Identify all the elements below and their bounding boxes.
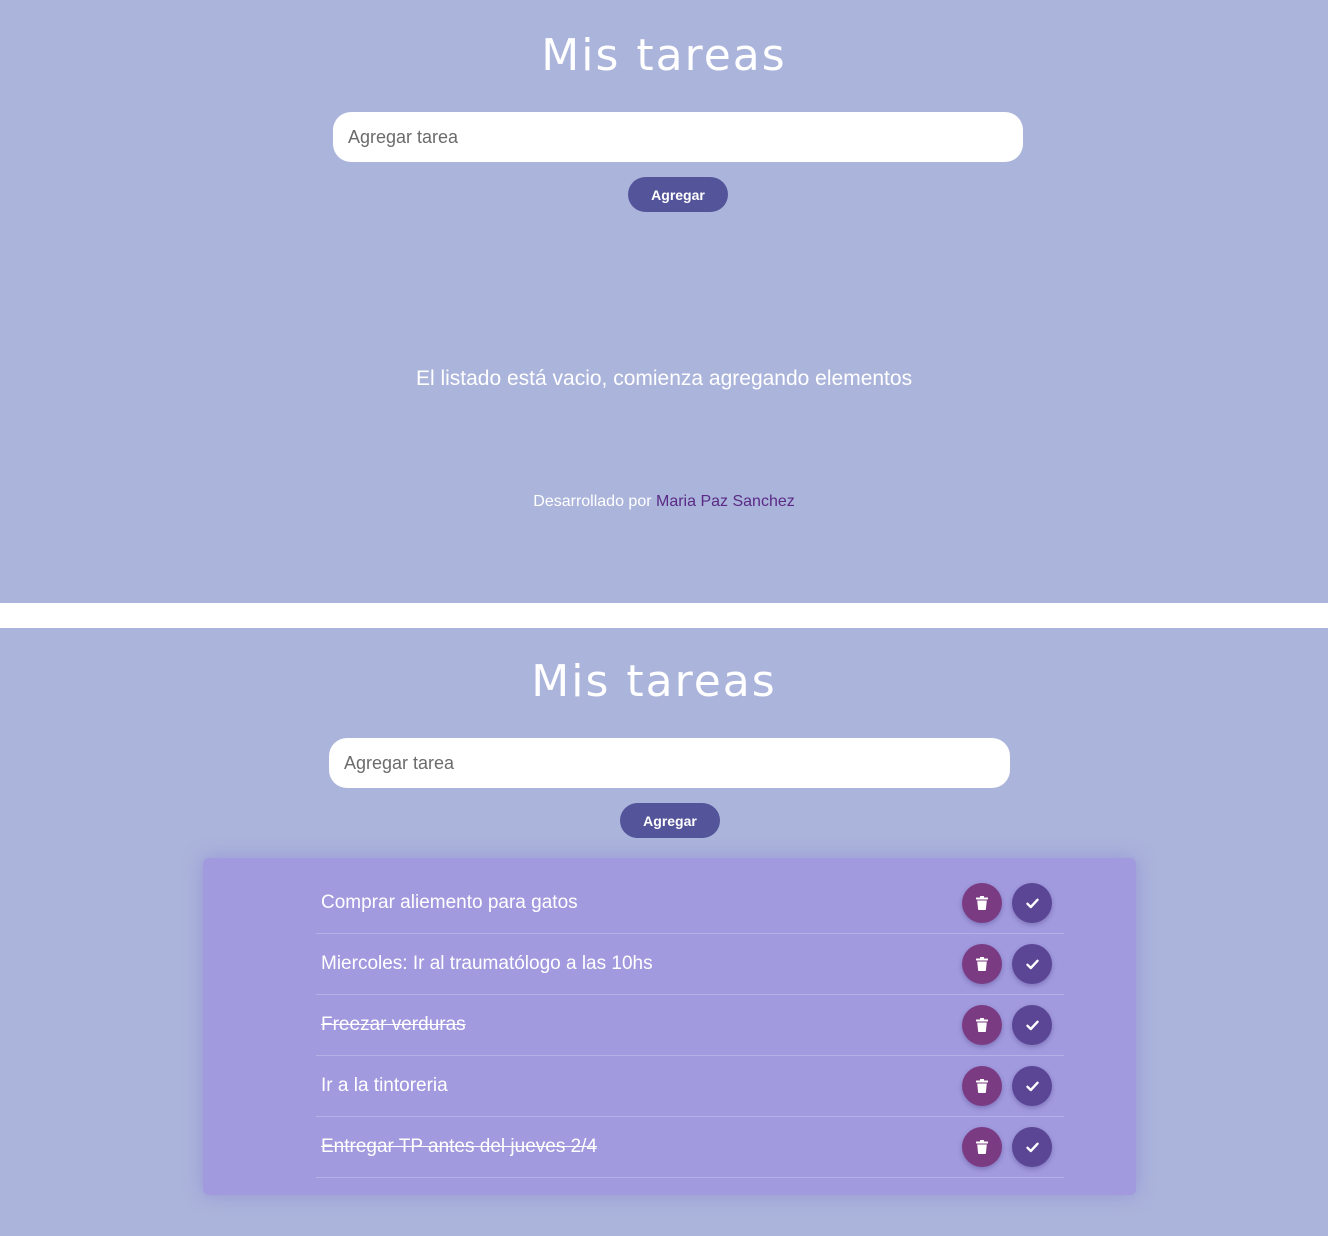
task-item: Comprar aliemento para gatos [316, 873, 1064, 934]
add-task-button[interactable]: Agregar [620, 803, 720, 838]
task-text: Comprar aliemento para gatos [321, 892, 578, 913]
task-item: Freezar verduras [316, 995, 1064, 1056]
complete-task-button[interactable] [1012, 1066, 1052, 1106]
page-title: Mis tareas [531, 656, 777, 707]
delete-task-button[interactable] [962, 944, 1002, 984]
task-list: Comprar aliemento para gatos Miercoles: I… [316, 873, 1064, 1178]
empty-list-message: El listado está vacio, comienza agregand… [415, 367, 913, 390]
footer-credit-label: Desarrollado por [533, 493, 652, 510]
task-input[interactable] [329, 738, 1010, 788]
task-text: Freezar verduras [321, 1014, 466, 1035]
check-icon [1025, 1142, 1039, 1153]
delete-task-button[interactable] [962, 883, 1002, 923]
trash-icon [976, 1079, 988, 1093]
footer: Desarrollado por Maria Paz Sanchez [0, 493, 1328, 511]
check-icon [1025, 1081, 1039, 1092]
delete-task-button[interactable] [962, 1005, 1002, 1045]
check-icon [1025, 1020, 1039, 1031]
author-link[interactable]: Maria Paz Sanchez [656, 493, 795, 510]
task-item: Miercoles: Ir al traumatólogo a las 10hs [316, 934, 1064, 995]
delete-task-button[interactable] [962, 1066, 1002, 1106]
task-item: Entregar TP antes del jueves 2/4 [316, 1117, 1064, 1178]
task-text: Ir a la tintoreria [321, 1075, 448, 1096]
task-list-card: Comprar aliemento para gatos Miercoles: I… [203, 858, 1136, 1195]
complete-task-button[interactable] [1012, 1005, 1052, 1045]
task-text: Miercoles: Ir al traumatólogo a las 10hs [321, 953, 653, 974]
check-icon [1025, 959, 1039, 970]
task-list-screen: Mis tareas Agregar Comprar aliemento par… [0, 628, 1328, 1236]
add-task-button[interactable]: Agregar [628, 177, 728, 212]
trash-icon [976, 896, 988, 910]
trash-icon [976, 1140, 988, 1154]
check-icon [1025, 898, 1039, 909]
delete-task-button[interactable] [962, 1127, 1002, 1167]
empty-state-screen: Mis tareas Agregar El listado está vacio… [0, 0, 1328, 603]
task-text: Entregar TP antes del jueves 2/4 [321, 1136, 598, 1157]
task-input[interactable] [333, 112, 1023, 162]
trash-icon [976, 1018, 988, 1032]
complete-task-button[interactable] [1012, 1127, 1052, 1167]
complete-task-button[interactable] [1012, 883, 1052, 923]
task-item: Ir a la tintoreria [316, 1056, 1064, 1117]
trash-icon [976, 957, 988, 971]
complete-task-button[interactable] [1012, 944, 1052, 984]
page-title: Mis tareas [541, 30, 787, 81]
